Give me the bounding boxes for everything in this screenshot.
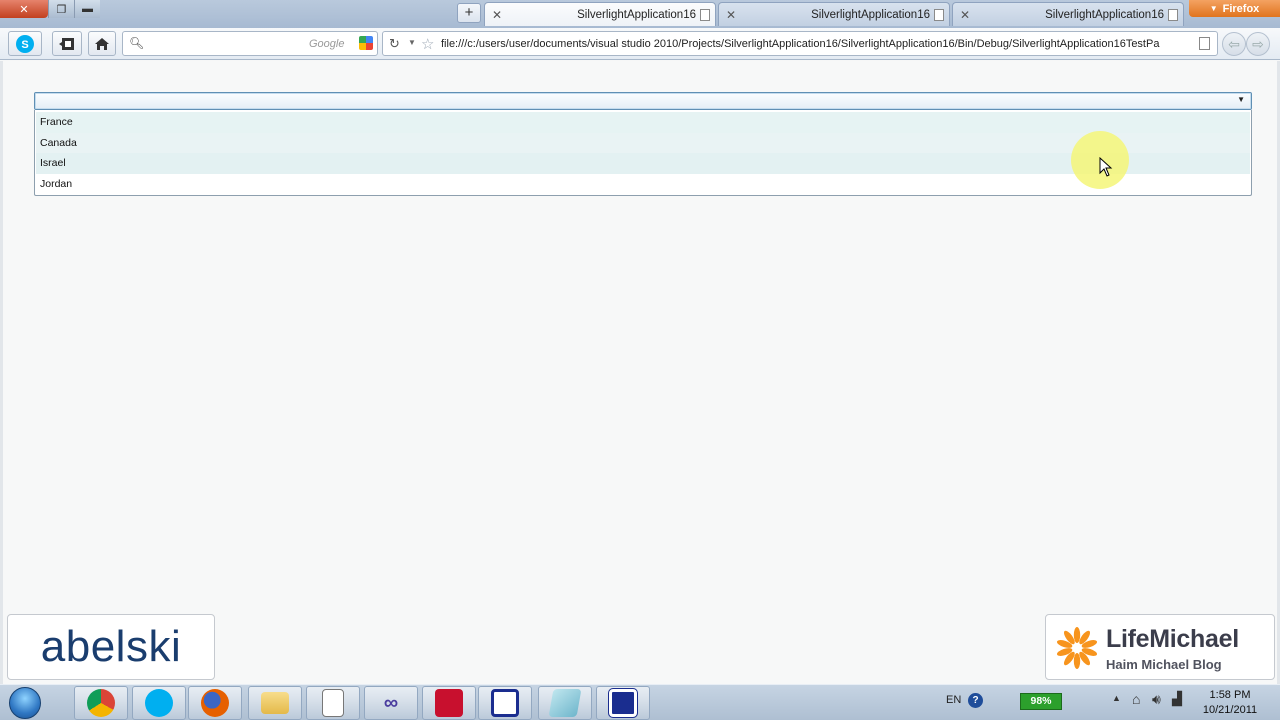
bookmarks-button[interactable] [52,31,82,56]
list-item[interactable]: Jordan [36,173,1250,194]
play-icon [491,689,519,717]
address-bar[interactable]: ↻ ▼ ☆ file:///c:/users/user/documents/vi… [382,31,1218,56]
abelski-logo-text: abelski [40,622,182,671]
title-bar: ✕ ❐ ▬ + ✕ SilverlightApplication16 ✕ Sil… [0,0,1280,28]
arrow-right-icon: ⇨ [1252,36,1264,52]
chrome-icon [87,689,115,717]
tab-close-icon[interactable]: ✕ [957,8,973,22]
windows-logo-icon [9,687,41,719]
tab-close-icon[interactable]: ✕ [489,8,505,22]
taskbar-firefox[interactable] [188,686,242,720]
back-button[interactable]: ⇦ [1222,32,1246,56]
skype-addon-button[interactable]: S [8,31,42,56]
close-window-button[interactable]: ✕ [0,0,48,18]
firefox-menu-button[interactable]: ▼ Firefox [1189,0,1280,17]
chevron-down-icon[interactable]: ▼ [1237,95,1245,104]
taskbar-skype[interactable] [132,686,186,720]
list-item[interactable]: France [36,112,1250,133]
new-tab-button[interactable]: + [457,3,481,23]
abelski-logo: abelski [7,614,215,680]
minimize-window-button[interactable]: ▬ [74,0,100,18]
history-dropdown-icon[interactable]: ▼ [408,38,416,47]
bookmarks-icon [59,37,74,50]
lifemichael-logo: LifeMichael Haim Michael Blog [1045,614,1275,680]
tab[interactable]: ✕ SilverlightApplication16 [952,2,1184,26]
clock-date[interactable]: 10/21/2011 [1190,704,1270,716]
navigation-toolbar: S 🔍︎ Google ↻ ▼ ☆ file:///c:/users/user/… [0,28,1280,60]
volume-icon[interactable]: 🔊︎ [1152,691,1161,708]
page-icon [1168,8,1178,21]
tab-label: SilverlightApplication16 [577,8,696,21]
reload-icon[interactable]: ↻ [389,36,400,52]
page-icon [934,8,944,21]
page-icon [700,8,710,21]
home-button[interactable] [88,31,116,56]
help-icon[interactable]: ? [968,693,983,708]
mouse-cursor-icon [1099,157,1113,177]
taskbar-explorer[interactable] [248,686,302,720]
tab-close-icon[interactable]: ✕ [723,8,739,22]
list-item[interactable]: Canada [36,132,1250,153]
notepad-icon [548,689,582,717]
tab-label: SilverlightApplication16 [1045,8,1164,21]
start-button[interactable] [4,685,46,720]
firefox-icon [201,689,229,717]
country-combobox[interactable]: ▼ [34,92,1252,110]
svg-text:S: S [21,39,28,51]
firefox-menu-label: Firefox [1222,2,1260,15]
search-placeholder: Google [309,38,345,50]
taskbar-document-viewer[interactable] [306,686,360,720]
skype-icon [145,689,173,717]
chevron-down-icon: ▼ [1209,4,1218,13]
taskbar-notes-app[interactable] [538,686,592,720]
search-icon: 🔍︎ [129,36,145,50]
taskbar-chrome[interactable] [74,686,128,720]
taskbar-adobe-reader[interactable] [422,686,476,720]
google-engine-icon[interactable] [359,36,373,50]
clock-time[interactable]: 1:58 PM [1190,689,1270,701]
battery-indicator[interactable]: 98% [1020,693,1062,710]
tab[interactable]: ✕ SilverlightApplication16 [718,2,950,26]
system-tray: EN ? 98% ▲ ⌂ 🔊︎ ▟ 1:58 PM 10/21/2011 [940,685,1280,720]
arrow-left-icon: ⇦ [1228,36,1240,52]
lifemichael-title: LifeMichael [1106,625,1239,653]
url-text[interactable]: file:///c:/users/user/documents/visual s… [441,38,1189,50]
signal-icon[interactable]: ▟ [1172,691,1182,707]
windows-taskbar: ∞ EN ? 98% ▲ ⌂ 🔊︎ ▟ 1:58 PM 10/21/2011 [0,684,1280,720]
pdf-icon [435,689,463,717]
home-icon [95,37,109,50]
network-icon[interactable]: ⌂ [1132,691,1140,707]
list-item[interactable]: Israel [36,153,1250,174]
star-bookmark-icon[interactable]: ☆ [421,35,434,53]
lifemichael-subtitle: Haim Michael Blog [1106,657,1222,672]
combobox-dropdown-list: France Canada Israel Jordan [34,110,1252,196]
blend-icon [608,688,638,718]
tab-active[interactable]: ✕ SilverlightApplication16 [484,2,716,26]
sun-logo-icon [1056,627,1098,669]
folder-icon [261,692,289,714]
maximize-window-button[interactable]: ❐ [48,0,74,18]
visual-studio-icon: ∞ [383,692,399,714]
search-bar[interactable]: 🔍︎ Google [122,31,378,56]
show-hidden-icons-icon[interactable]: ▲ [1112,693,1121,703]
skype-icon: S [16,34,34,53]
forward-button[interactable]: ⇨ [1246,32,1270,56]
page-icon [1199,37,1210,50]
taskbar-blend-app[interactable] [596,686,650,720]
page-content: ▼ France Canada Israel Jordan abelski Li… [0,61,1280,684]
language-indicator[interactable]: EN [946,694,961,706]
taskbar-media-app[interactable] [478,686,532,720]
taskbar-visual-studio[interactable]: ∞ [364,686,418,720]
document-icon [322,689,344,717]
tab-label: SilverlightApplication16 [811,8,930,21]
window-controls: ✕ ❐ ▬ [0,0,100,18]
